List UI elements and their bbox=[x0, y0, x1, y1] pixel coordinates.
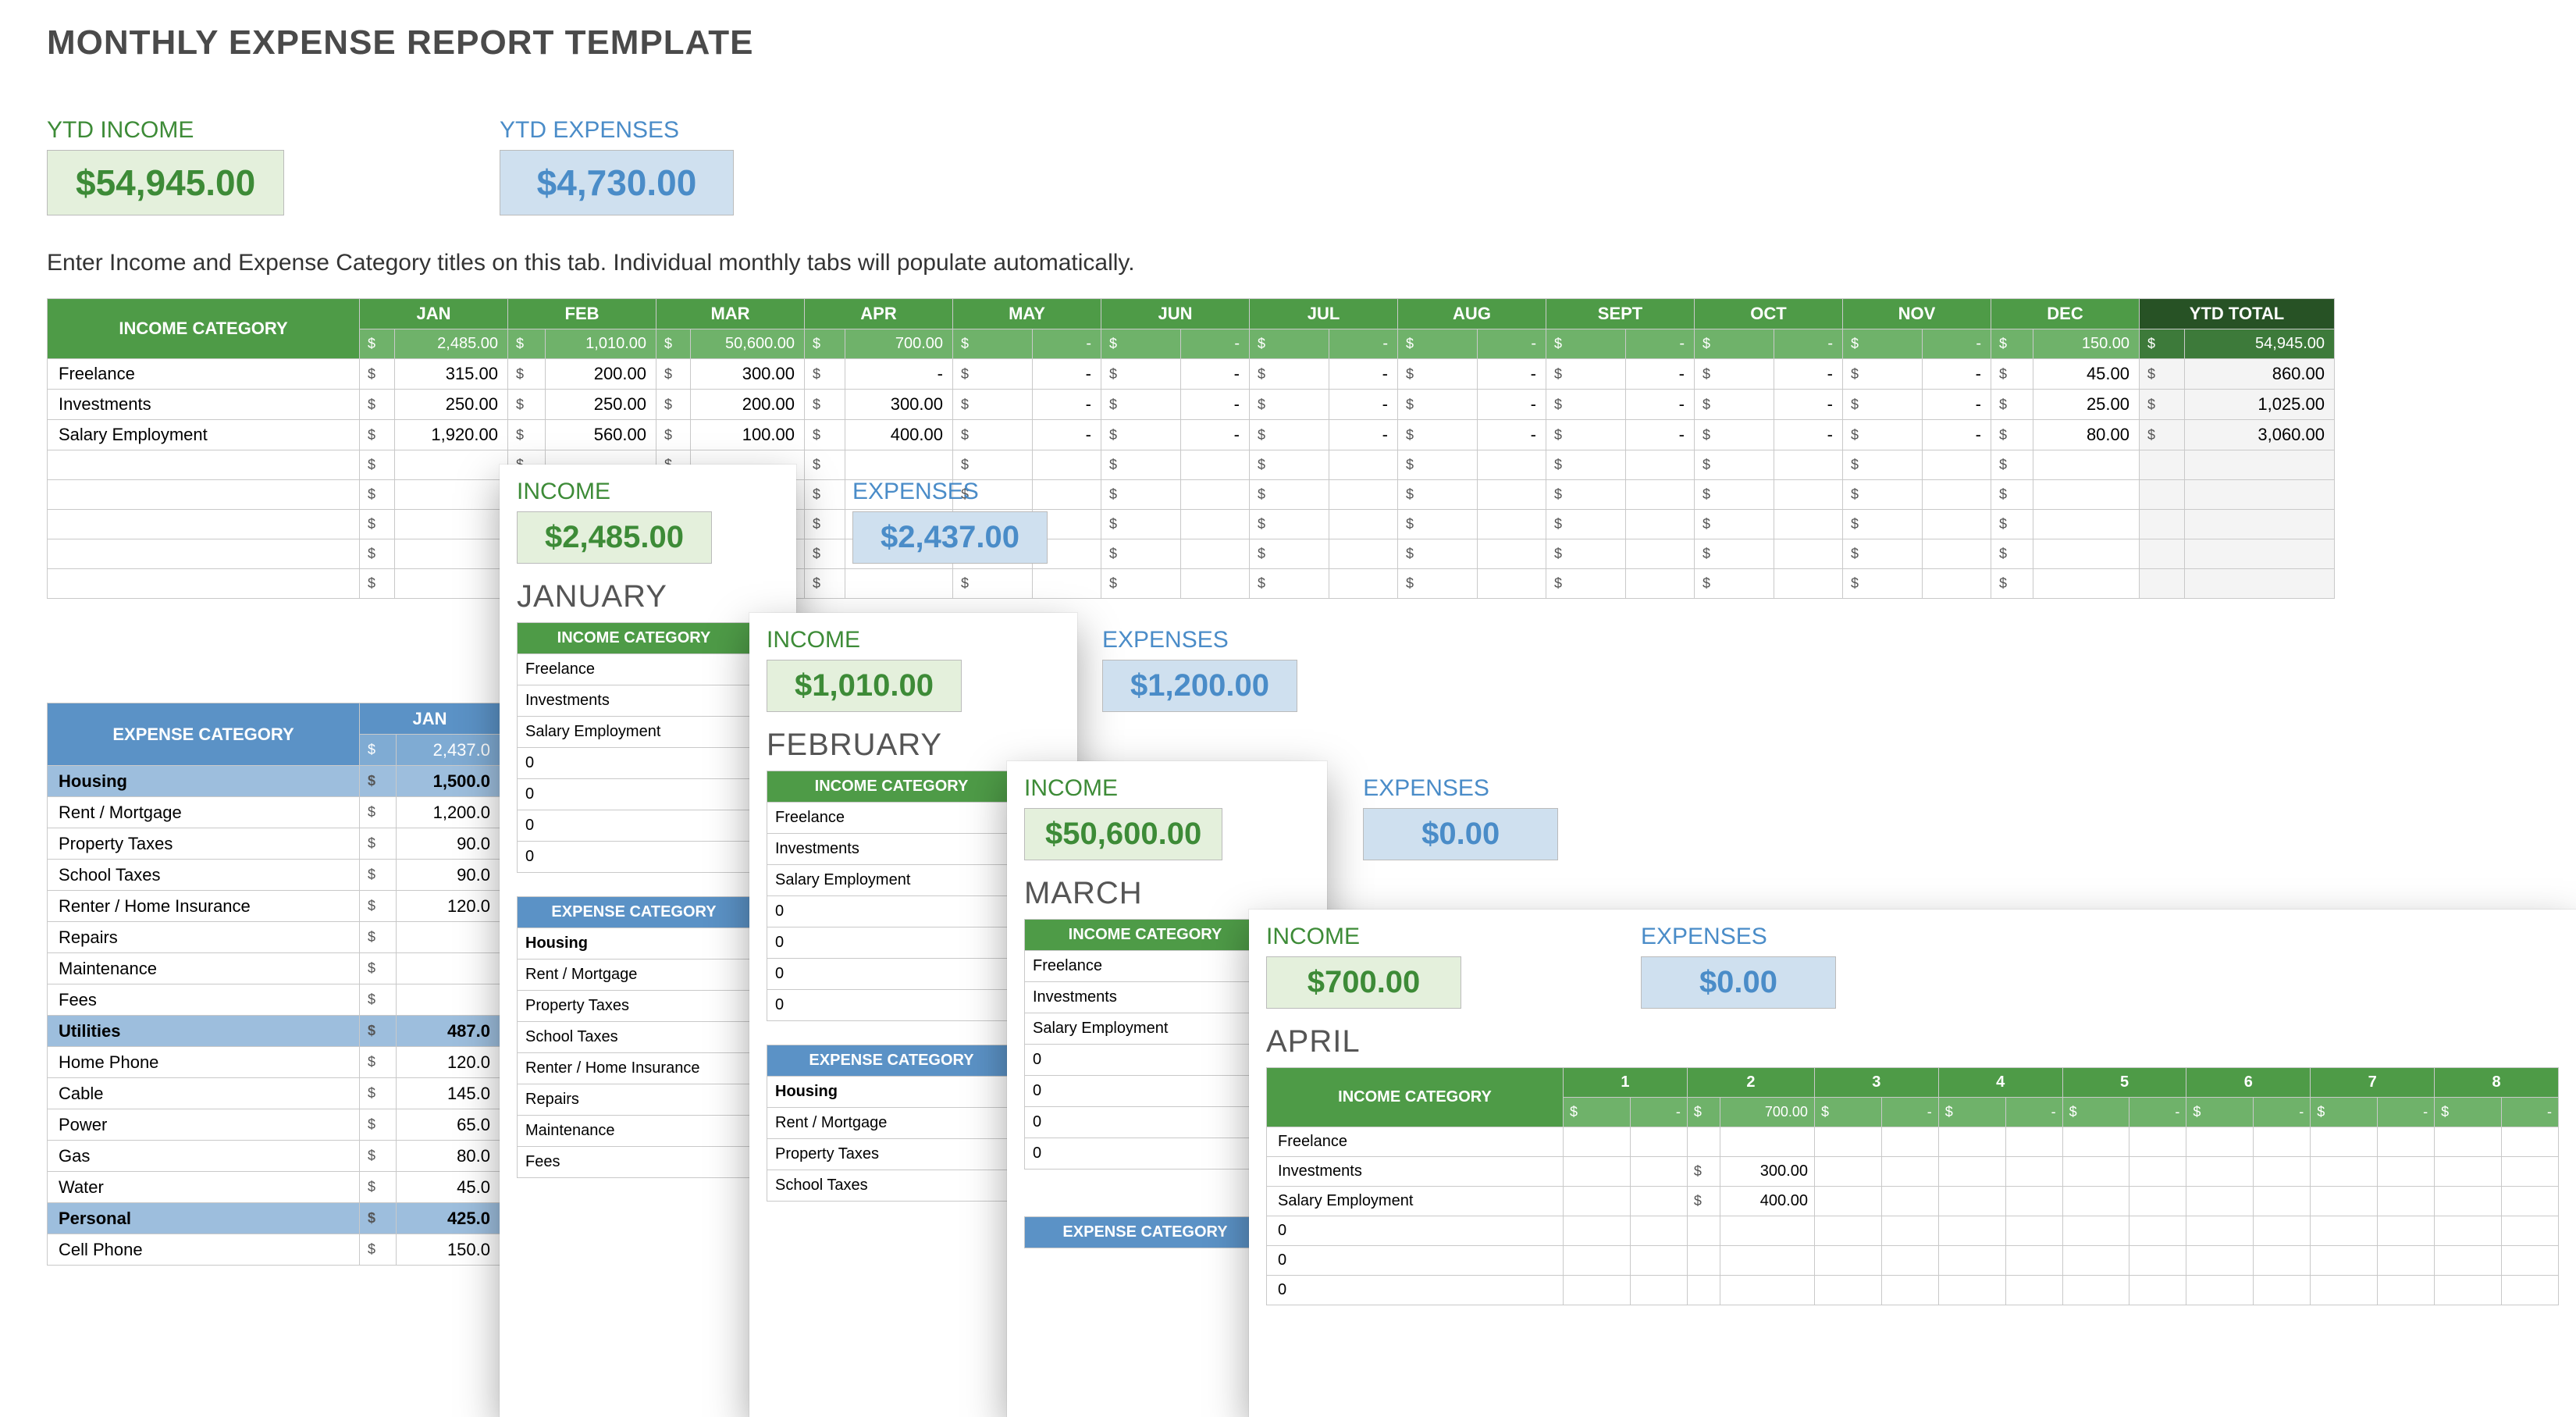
ytd-income-label: YTD INCOME bbox=[47, 117, 284, 144]
apr-expenses-label: EXPENSES bbox=[1641, 924, 1836, 950]
apr-income-table[interactable]: INCOME CATEGORY12345678$-$700.00$-$-$-$-… bbox=[1266, 1067, 2559, 1305]
jan-expenses-value: $2,437.00 bbox=[852, 511, 1048, 564]
mar-expenses-value: $0.00 bbox=[1363, 808, 1558, 860]
instructions-text: Enter Income and Expense Category titles… bbox=[47, 250, 1135, 276]
apr-income-value: $700.00 bbox=[1266, 956, 1461, 1009]
expense-table[interactable]: EXPENSE CATEGORYJAN$2,437.0Housing$1,500… bbox=[47, 703, 500, 1266]
jan-income-label: INCOME bbox=[517, 479, 712, 505]
apr-month-name: APRIL bbox=[1266, 1024, 2559, 1059]
ytd-expenses-value: $4,730.00 bbox=[500, 150, 734, 215]
jan-income-category-table[interactable]: INCOME CATEGORYFreelanceInvestmentsSalar… bbox=[517, 622, 751, 873]
mar-income-category-table[interactable]: INCOME CATEGORYFreelanceInvestmentsSalar… bbox=[1024, 919, 1266, 1170]
apr-expenses-value: $0.00 bbox=[1641, 956, 1836, 1009]
feb-income-label: INCOME bbox=[767, 627, 962, 653]
feb-income-category-table[interactable]: INCOME CATEGORYFreelanceInvestmentsSalar… bbox=[767, 771, 1016, 1021]
ytd-expenses-block: YTD EXPENSES $4,730.00 bbox=[500, 117, 734, 215]
mar-expenses-label: EXPENSES bbox=[1363, 775, 1558, 802]
page-title: MONTHLY EXPENSE REPORT TEMPLATE bbox=[47, 23, 753, 62]
feb-expenses-label: EXPENSES bbox=[1102, 627, 1297, 653]
ytd-income-value: $54,945.00 bbox=[47, 150, 284, 215]
feb-expenses-value: $1,200.00 bbox=[1102, 660, 1297, 712]
feb-month-name: FEBRUARY bbox=[767, 728, 1060, 763]
jan-expense-category-table[interactable]: EXPENSE CATEGORYHousingRent / MortgagePr… bbox=[517, 896, 751, 1178]
jan-month-name: JANUARY bbox=[517, 579, 779, 614]
mar-income-label: INCOME bbox=[1024, 775, 1222, 802]
jan-income-value: $2,485.00 bbox=[517, 511, 712, 564]
ytd-income-block: YTD INCOME $54,945.00 bbox=[47, 117, 284, 215]
apr-income-label: INCOME bbox=[1266, 924, 1461, 950]
mar-expense-category-table[interactable]: EXPENSE CATEGORY bbox=[1024, 1216, 1266, 1248]
mar-income-value: $50,600.00 bbox=[1024, 808, 1222, 860]
feb-expense-category-table[interactable]: EXPENSE CATEGORYHousingRent / MortgagePr… bbox=[767, 1045, 1016, 1202]
income-table[interactable]: INCOME CATEGORYJANFEBMARAPRMAYJUNJULAUGS… bbox=[47, 298, 2335, 599]
jan-expenses-label: EXPENSES bbox=[852, 479, 1048, 505]
april-panel: INCOME $700.00 EXPENSES $0.00 APRIL INCO… bbox=[1249, 910, 2576, 1417]
ytd-expenses-label: YTD EXPENSES bbox=[500, 117, 734, 144]
mar-expense-header: EXPENSE CATEGORY bbox=[1025, 1217, 1266, 1248]
feb-income-value: $1,010.00 bbox=[767, 660, 962, 712]
mar-month-name: MARCH bbox=[1024, 876, 1310, 911]
